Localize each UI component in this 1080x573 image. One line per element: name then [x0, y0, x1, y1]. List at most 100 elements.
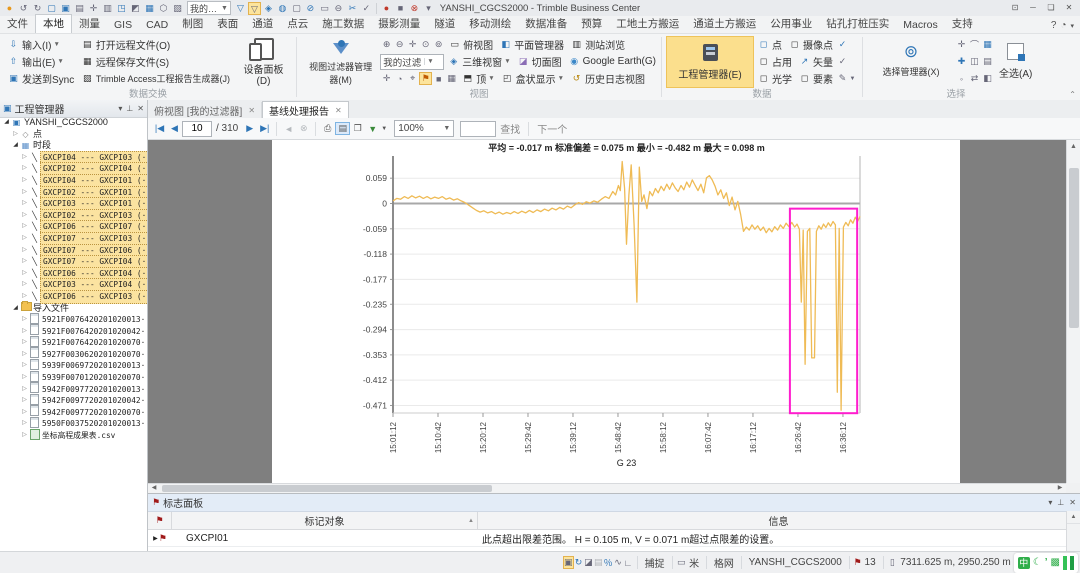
ime-skin-icon[interactable]: ▩: [1051, 557, 1060, 568]
tree-item-file-3[interactable]: ▷5927F0030620201020070···: [0, 349, 147, 361]
first-page-button[interactable]: |◀: [152, 123, 167, 134]
back-button[interactable]: ◄: [281, 124, 296, 134]
history-log-button[interactable]: ↺历史日志视图: [567, 70, 648, 87]
ribbon-tab-9[interactable]: 施工数据: [315, 15, 371, 33]
tree-item-import-folder[interactable]: ◢导入文件: [0, 303, 147, 315]
device-qat-icon[interactable]: ◳: [115, 2, 128, 15]
tree-item-points[interactable]: ▷◇点: [0, 129, 147, 141]
expand-icon[interactable]: ▷: [20, 349, 29, 361]
layers-status-icon[interactable]: ▤: [593, 557, 603, 568]
new-project-icon[interactable]: ▢: [45, 2, 58, 15]
expand-icon[interactable]: ▷: [20, 268, 29, 280]
view-filter-combo[interactable]: 我的过滤▼: [380, 54, 444, 70]
chevron-down-icon[interactable]: ▼: [380, 126, 388, 132]
walk-icon[interactable]: ⌖: [406, 73, 419, 84]
zoom-extents-icon[interactable]: ⊚: [432, 39, 445, 50]
chevron-down-icon[interactable]: ▼: [849, 76, 856, 82]
ribbon-tab-17[interactable]: 公用事业: [763, 15, 819, 33]
tree-item-file-1[interactable]: ▷5921F0076420201020042···: [0, 326, 147, 338]
project-explorer-button[interactable]: 工程管理器(E): [666, 36, 754, 88]
close-button[interactable]: ✕: [1060, 0, 1078, 15]
cutting-plane-button[interactable]: ◪切面图: [514, 53, 565, 70]
select-region-icon[interactable]: ▦: [981, 39, 994, 50]
scroll-right-icon[interactable]: ▶: [1054, 484, 1066, 493]
ribbon-tab-15[interactable]: 工地土方搬运: [609, 15, 686, 33]
scrollbar-thumb[interactable]: [1069, 168, 1079, 328]
expand-icon[interactable]: ▷: [20, 314, 29, 326]
select-all-button[interactable]: 全选(A): [994, 36, 1037, 88]
new-doc-icon[interactable]: ▢: [290, 2, 303, 15]
expand-icon[interactable]: ▷: [20, 175, 29, 187]
find-input[interactable]: [460, 121, 496, 137]
help-icon[interactable]: ?: [1051, 20, 1057, 31]
last-page-button[interactable]: ▶|: [257, 123, 272, 134]
ribbon-tab-8[interactable]: 点云: [280, 15, 315, 33]
chevron-down-icon[interactable]: ▾: [1070, 22, 1074, 30]
ribbon-tab-19[interactable]: Macros: [896, 18, 944, 33]
print-layout-icon[interactable]: ▤: [335, 122, 350, 135]
flag-filter-icon[interactable]: ⚑: [419, 72, 432, 85]
pin-icon[interactable]: ⊥: [1057, 498, 1064, 507]
scroll-up-icon[interactable]: ▲: [1067, 140, 1080, 154]
pan-icon[interactable]: ✛: [406, 39, 419, 50]
select-box-icon[interactable]: ◫: [968, 56, 981, 67]
ribbon-tab-7[interactable]: 通道: [245, 15, 280, 33]
tab-baseline-report[interactable]: 基线处理报告✕: [262, 101, 349, 118]
pan-mode-icon[interactable]: ✛: [380, 73, 393, 84]
next-page-button[interactable]: ▶: [242, 123, 257, 134]
screen-capture-icon[interactable]: ■: [394, 2, 407, 15]
expand-icon[interactable]: ▷: [20, 152, 29, 164]
export-report-icon[interactable]: ▼: [365, 124, 380, 134]
snap-toggle[interactable]: 捕捉: [642, 555, 668, 570]
info-column-header[interactable]: 信息: [478, 512, 1080, 529]
pen-tool-icon[interactable]: ✎: [836, 73, 849, 84]
print-icon[interactable]: ⎙: [320, 123, 335, 134]
pen-icon[interactable]: ⊘: [304, 2, 317, 15]
tree-item-file-0[interactable]: ▷5921F0076420201020013···: [0, 314, 147, 326]
globe-icon[interactable]: ◍: [276, 2, 289, 15]
ribbon-tab-0[interactable]: 文件: [0, 15, 35, 33]
expand-icon[interactable]: ▷: [20, 279, 29, 291]
occupation-button[interactable]: ◻占用: [754, 53, 795, 70]
options-icon[interactable]: ✛: [87, 2, 100, 15]
3d-window-button[interactable]: ◈三维视窗▼: [444, 53, 513, 70]
horizontal-scrollbar[interactable]: ◀ ▶: [148, 483, 1066, 493]
expand-icon[interactable]: ▷: [20, 430, 29, 442]
redo-icon[interactable]: ↻: [31, 2, 44, 15]
select-invert-icon[interactable]: ⇄: [968, 73, 981, 84]
tree-item-file-5[interactable]: ▷5939F0070120201020070···: [0, 372, 147, 384]
ribbon-options-icon[interactable]: ⊡: [1006, 0, 1024, 15]
ribbon-tab-12[interactable]: 移动测绘: [462, 15, 518, 33]
close-icon[interactable]: ✕: [137, 104, 144, 113]
orbit-icon[interactable]: ◔: [393, 74, 406, 84]
expand-icon[interactable]: ▷: [20, 418, 29, 430]
expand-icon[interactable]: ▷: [20, 360, 29, 372]
find-next-button[interactable]: 下一个: [537, 121, 567, 136]
filter-edit-icon[interactable]: ◈: [262, 2, 275, 15]
pin-icon[interactable]: ⊥: [126, 104, 133, 113]
refresh-icon[interactable]: ◩: [129, 2, 142, 15]
save-remote-file-button[interactable]: ▦远程保存文件(S): [78, 53, 233, 70]
flag-table-row[interactable]: ▶ ⚑ GXCPI01 此点超出限差范围。 H = 0.105 m, V = 0…: [148, 530, 1080, 547]
box-display-button[interactable]: ◰盒状显示▼: [498, 70, 567, 87]
measure-icon[interactable]: ✂: [346, 2, 359, 15]
camera-points-button[interactable]: ◻摄像点: [785, 36, 836, 53]
features-button[interactable]: ◻要素: [795, 70, 836, 87]
select-point-icon[interactable]: ◦: [955, 74, 968, 84]
device-pane-button[interactable]: 设备面板(D): [233, 36, 294, 88]
ime-moon-icon[interactable]: ☾: [1033, 557, 1042, 568]
collapse-icon[interactable]: ◢: [2, 117, 11, 129]
zoom-in-icon[interactable]: ⊕: [380, 39, 393, 50]
plane-manager-button[interactable]: ◧平面管理器: [496, 36, 567, 53]
ribbon-tab-4[interactable]: CAD: [139, 18, 175, 33]
flag-icon[interactable]: ⚑: [853, 557, 861, 568]
snap-qat-icon[interactable]: ✓: [360, 2, 373, 15]
ribbon-tab-20[interactable]: 支持: [945, 15, 980, 33]
send-to-sync-button[interactable]: ▣发送到Sync: [4, 70, 78, 87]
ribbon-tab-1[interactable]: 本地: [35, 14, 72, 33]
station-view-button[interactable]: ▥测站浏览: [567, 36, 628, 53]
ribbon-tab-14[interactable]: 预算: [574, 15, 609, 33]
close-icon[interactable]: ✕: [1069, 498, 1076, 507]
points-button[interactable]: ◻点: [754, 36, 785, 53]
page-setup-icon[interactable]: ▭: [318, 2, 331, 15]
